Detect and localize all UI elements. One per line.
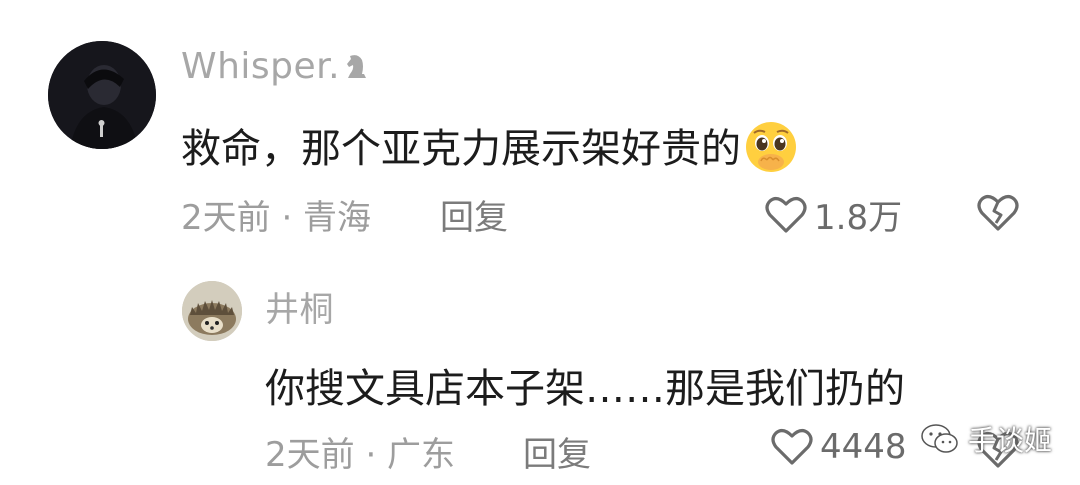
dislike-button[interactable] [976, 193, 1020, 237]
like-count: 1.8万 [814, 198, 903, 238]
pleading-face-emoji [746, 122, 796, 172]
reply-like-button[interactable]: 4448 [770, 427, 907, 467]
chess-knight-badge-icon [347, 55, 367, 78]
user-avatar[interactable] [48, 41, 156, 149]
reply-comment-meta: 2天前 · 广东 [265, 435, 456, 475]
username-text: Whisper. [181, 46, 341, 87]
watermark-text: 手谈姬 [968, 424, 1053, 457]
reply-like-count: 4448 [820, 427, 907, 467]
watermark: 手谈姬 [920, 419, 1052, 459]
heart-icon [771, 429, 813, 465]
reply-user-avatar[interactable] [182, 281, 242, 341]
broken-heart-icon [977, 195, 1019, 231]
wechat-icon [921, 424, 958, 453]
reply-reply-button[interactable]: 回复 [523, 427, 591, 476]
username-label[interactable]: Whisper. [181, 46, 372, 87]
comment-text: 救命，那个亚克力展示架好贵的 [181, 126, 741, 172]
comment-meta: 2天前 · 青海 [181, 198, 372, 238]
reply-button[interactable]: 回复 [440, 190, 508, 239]
reply-username[interactable]: 井桐 [265, 282, 334, 331]
comment-body: 救命，那个亚克力展示架好贵的 [181, 116, 799, 179]
comment-thread: Whisper. 救命，那个亚克力展示架好贵的 2天前 · 青海 回复 1.8万 [0, 0, 1080, 485]
reply-comment-text: 你搜文具店本子架……那是我们扔的 [265, 366, 905, 412]
heart-icon [765, 196, 807, 233]
like-button[interactable]: 1.8万 [764, 190, 902, 239]
